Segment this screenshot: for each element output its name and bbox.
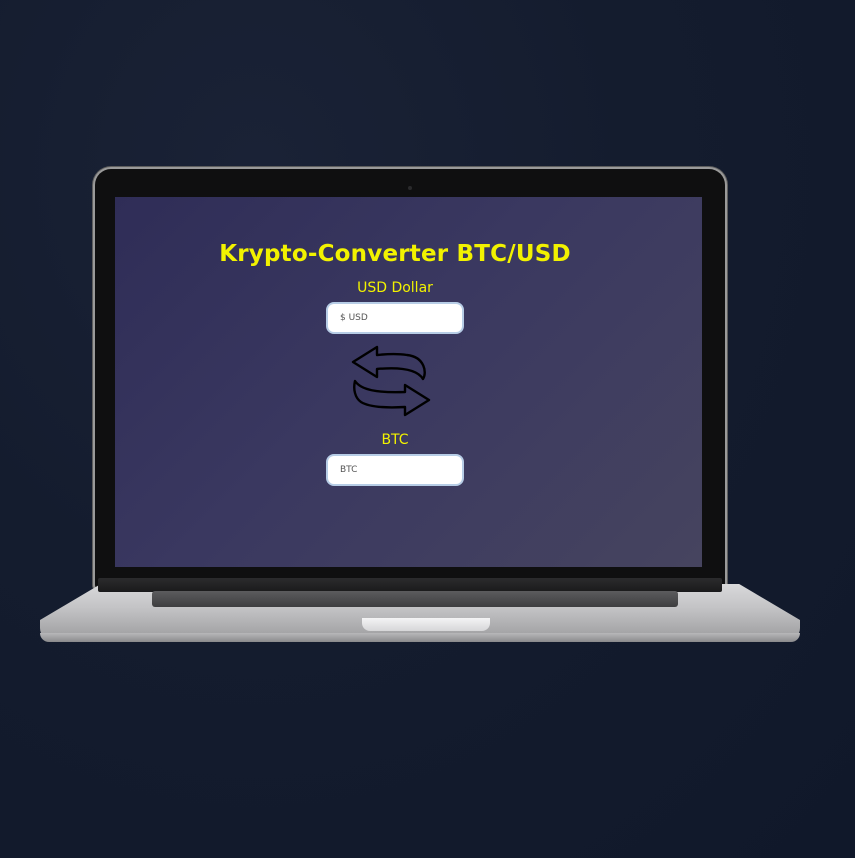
laptop-screen: Krypto-Converter BTC/USD USD Dollar BTC	[115, 197, 702, 567]
laptop-hinge	[98, 578, 722, 592]
laptop-base-edge	[40, 633, 800, 642]
laptop-lid-notch	[362, 618, 490, 631]
usd-input[interactable]	[326, 302, 464, 334]
btc-input[interactable]	[326, 454, 464, 486]
swap-arrows-icon	[351, 345, 431, 417]
usd-label: USD Dollar	[357, 280, 433, 296]
btc-label: BTC	[381, 432, 409, 448]
laptop-keyboard	[152, 591, 678, 607]
page-title: Krypto-Converter BTC/USD	[219, 241, 571, 267]
laptop-lid: Krypto-Converter BTC/USD USD Dollar BTC	[95, 169, 725, 589]
swap-button[interactable]	[351, 345, 433, 421]
webcam-icon	[408, 186, 412, 190]
